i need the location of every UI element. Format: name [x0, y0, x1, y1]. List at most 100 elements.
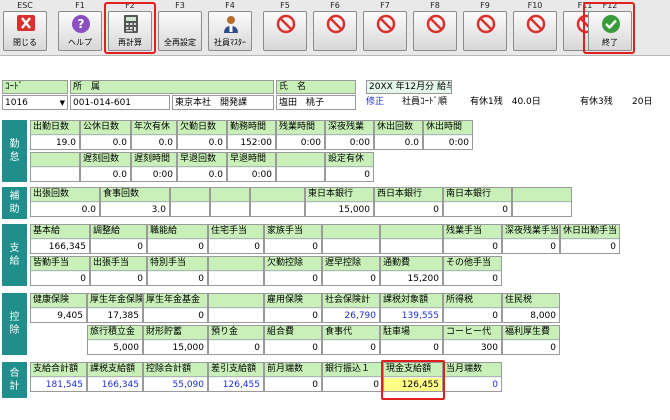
payment-row2-cell[interactable]: 遅早控除 0: [322, 256, 380, 286]
fkey-button[interactable]: [363, 11, 407, 51]
deduction-row1-cell[interactable]: 厚生年金基金 0: [143, 293, 208, 323]
payment-row1-cell[interactable]: 職能給 0: [147, 224, 208, 254]
attendance-row1-cell[interactable]: 深夜残業 0:00: [325, 120, 374, 150]
attendance-row1-cell[interactable]: 残業時間 0:00: [276, 120, 325, 150]
deduction-row1-cell[interactable]: 雇用保険 0: [264, 293, 322, 323]
cell-label: 休日出勤手当: [561, 225, 619, 239]
code-value: 1016: [5, 98, 28, 108]
allowance-row-cell[interactable]: 西日本銀行 0: [374, 187, 443, 217]
deduction-row2-cell[interactable]: 旅行積立金 5,000: [87, 325, 143, 355]
allowance-row-cell[interactable]: [210, 187, 250, 217]
allowance-row-cell[interactable]: 出張回数 0.0: [30, 187, 100, 217]
payment-row2-cell[interactable]: その他手当 0: [443, 256, 502, 286]
attendance-row2-cell[interactable]: [30, 152, 80, 182]
deduction-row1-cell[interactable]: [208, 293, 264, 323]
attendance-row1-cell[interactable]: 年次有休 0.0: [131, 120, 177, 150]
deduction-row2-cell[interactable]: 組合費 0: [264, 325, 322, 355]
attendance-row1-cell[interactable]: 出勤日数 19.0: [30, 120, 80, 150]
deduction-row1-cell[interactable]: 厚生年金保険 17,385: [87, 293, 143, 323]
payment-row2-cell[interactable]: 皆勤手当 0: [30, 256, 90, 286]
chevron-down-icon[interactable]: ▼: [60, 96, 65, 109]
fkey-button[interactable]: ? ヘルプ: [58, 11, 102, 51]
allowance-row-cell[interactable]: [512, 187, 572, 217]
total-row-cell[interactable]: 課税支給額 166,345: [87, 362, 143, 392]
fkey-button[interactable]: [463, 11, 507, 51]
attendance-row2-cell[interactable]: 早退回数 0.0: [177, 152, 227, 182]
payment-row2-cell[interactable]: 通勤費 15,200: [380, 256, 443, 286]
allowance-row-cell[interactable]: [170, 187, 210, 217]
attendance-row2-cell[interactable]: 設定有休 0: [325, 152, 374, 182]
cell-label: 組合費: [265, 326, 321, 340]
attendance-row1-cell[interactable]: 勤務時間 152:00: [227, 120, 276, 150]
payment-row1-cell[interactable]: [380, 224, 443, 254]
attendance-row1-cell[interactable]: 欠勤日数 0.0: [177, 120, 227, 150]
cell-label: [381, 225, 442, 239]
deduction-row1-cell[interactable]: 社会保険計 26,790: [322, 293, 380, 323]
fkey-button[interactable]: 社員ﾏｽﾀｰ: [208, 11, 252, 51]
fkey-button[interactable]: [263, 11, 307, 51]
cell-label: 課税支給額: [88, 363, 142, 377]
cell-label: 遅刻回数: [81, 153, 130, 167]
attendance-row2-cell[interactable]: [276, 152, 325, 182]
payment-row2-cell[interactable]: 特別手当 0: [147, 256, 208, 286]
total-row-cell[interactable]: 銀行振込１ 0: [322, 362, 383, 392]
cell-label: 食事代: [323, 326, 379, 340]
highlight-f2: [104, 2, 156, 54]
deduction-row2-cell[interactable]: 食事代 0: [322, 325, 380, 355]
mode-label: 修正: [366, 97, 385, 107]
cell-value: 0.0: [31, 203, 99, 216]
payment-row1-cell[interactable]: 残業手当 0: [443, 224, 502, 254]
allowance-row-cell[interactable]: [250, 187, 305, 217]
payment-row1-cell[interactable]: 基本給 166,345: [30, 224, 90, 254]
total-row-cell[interactable]: 前月端数 0: [264, 362, 322, 392]
section-payment: 支 給: [2, 224, 27, 286]
total-row-cell[interactable]: 控除合計額 55,090: [143, 362, 208, 392]
deduction-row1-cell[interactable]: 所得税 0: [443, 293, 502, 323]
deduction-row2-cell[interactable]: コーヒー代 300: [443, 325, 502, 355]
fkey-button[interactable]: 閉じる: [3, 11, 47, 51]
section-deduction: 控 除: [2, 293, 27, 355]
fkey-code: ESC: [17, 1, 33, 10]
fkey-button[interactable]: [313, 11, 357, 51]
payment-row2-cell[interactable]: 出張手当 0: [90, 256, 147, 286]
deduction-row1-cell[interactable]: 住民税 8,000: [502, 293, 560, 323]
attendance-row1-cell[interactable]: 休出時間 0:00: [423, 120, 473, 150]
cell-label: 厚生年金基金: [144, 294, 207, 308]
deduction-row2-cell[interactable]: 駐車場 0: [380, 325, 443, 355]
payment-row1-cell[interactable]: 調整給 0: [90, 224, 147, 254]
payment-row2-cell[interactable]: 欠勤控除 0: [264, 256, 322, 286]
payment-row1-cell[interactable]: 住宅手当 0: [208, 224, 264, 254]
fkey-button[interactable]: [413, 11, 457, 51]
deduction-row2-cell[interactable]: 福利厚生費 0: [502, 325, 560, 355]
payment-row1-cell[interactable]: 家族手当 0: [264, 224, 322, 254]
payment-row1-cell[interactable]: 深夜残業手当 0: [502, 224, 560, 254]
cell-value: 0: [265, 240, 321, 253]
total-row-cell[interactable]: 当月端数 0: [443, 362, 502, 392]
fkey-button[interactable]: 全再設定: [158, 11, 202, 51]
cell-value: [171, 203, 209, 216]
code-select[interactable]: 1016 ▼: [2, 95, 68, 110]
cell-value: 0:00: [424, 136, 472, 149]
allowance-row-cell[interactable]: 東日本銀行 15,000: [305, 187, 374, 217]
fkey-button[interactable]: [513, 11, 557, 51]
payment-row1-cell[interactable]: 休日出勤手当 0: [560, 224, 620, 254]
attendance-row2-cell[interactable]: 早退時間 0:00: [227, 152, 276, 182]
attendance-row1-cell[interactable]: 休出回数 0.0: [374, 120, 423, 150]
total-row-cell[interactable]: 支給合計額 181,545: [30, 362, 87, 392]
payment-row2-cell[interactable]: [208, 256, 264, 286]
cell-value: 0.0: [132, 136, 176, 149]
allowance-row-cell[interactable]: 食事回数 3.0: [100, 187, 170, 217]
deduction-row2-cell[interactable]: 預り金 0: [208, 325, 264, 355]
fkey-f5: F5: [260, 0, 310, 56]
cell-value: 0: [444, 240, 501, 253]
deduction-row1-cell[interactable]: 健康保険 9,405: [30, 293, 87, 323]
attendance-row2-cell[interactable]: 遅刻回数 0.0: [80, 152, 131, 182]
deduction-row2-cell[interactable]: 財形貯蓄 15,000: [143, 325, 208, 355]
attendance-row1-cell[interactable]: 公休日数 0.0: [80, 120, 131, 150]
allowance-row-cell[interactable]: 南日本銀行 0: [443, 187, 512, 217]
total-row-cell[interactable]: 差引支給額 126,455: [208, 362, 264, 392]
cell-value: 0: [265, 272, 321, 285]
payment-row1-cell[interactable]: [322, 224, 380, 254]
deduction-row1-cell[interactable]: 課税対象額 139,555: [380, 293, 443, 323]
attendance-row2-cell[interactable]: 遅刻時間 0:00: [131, 152, 177, 182]
